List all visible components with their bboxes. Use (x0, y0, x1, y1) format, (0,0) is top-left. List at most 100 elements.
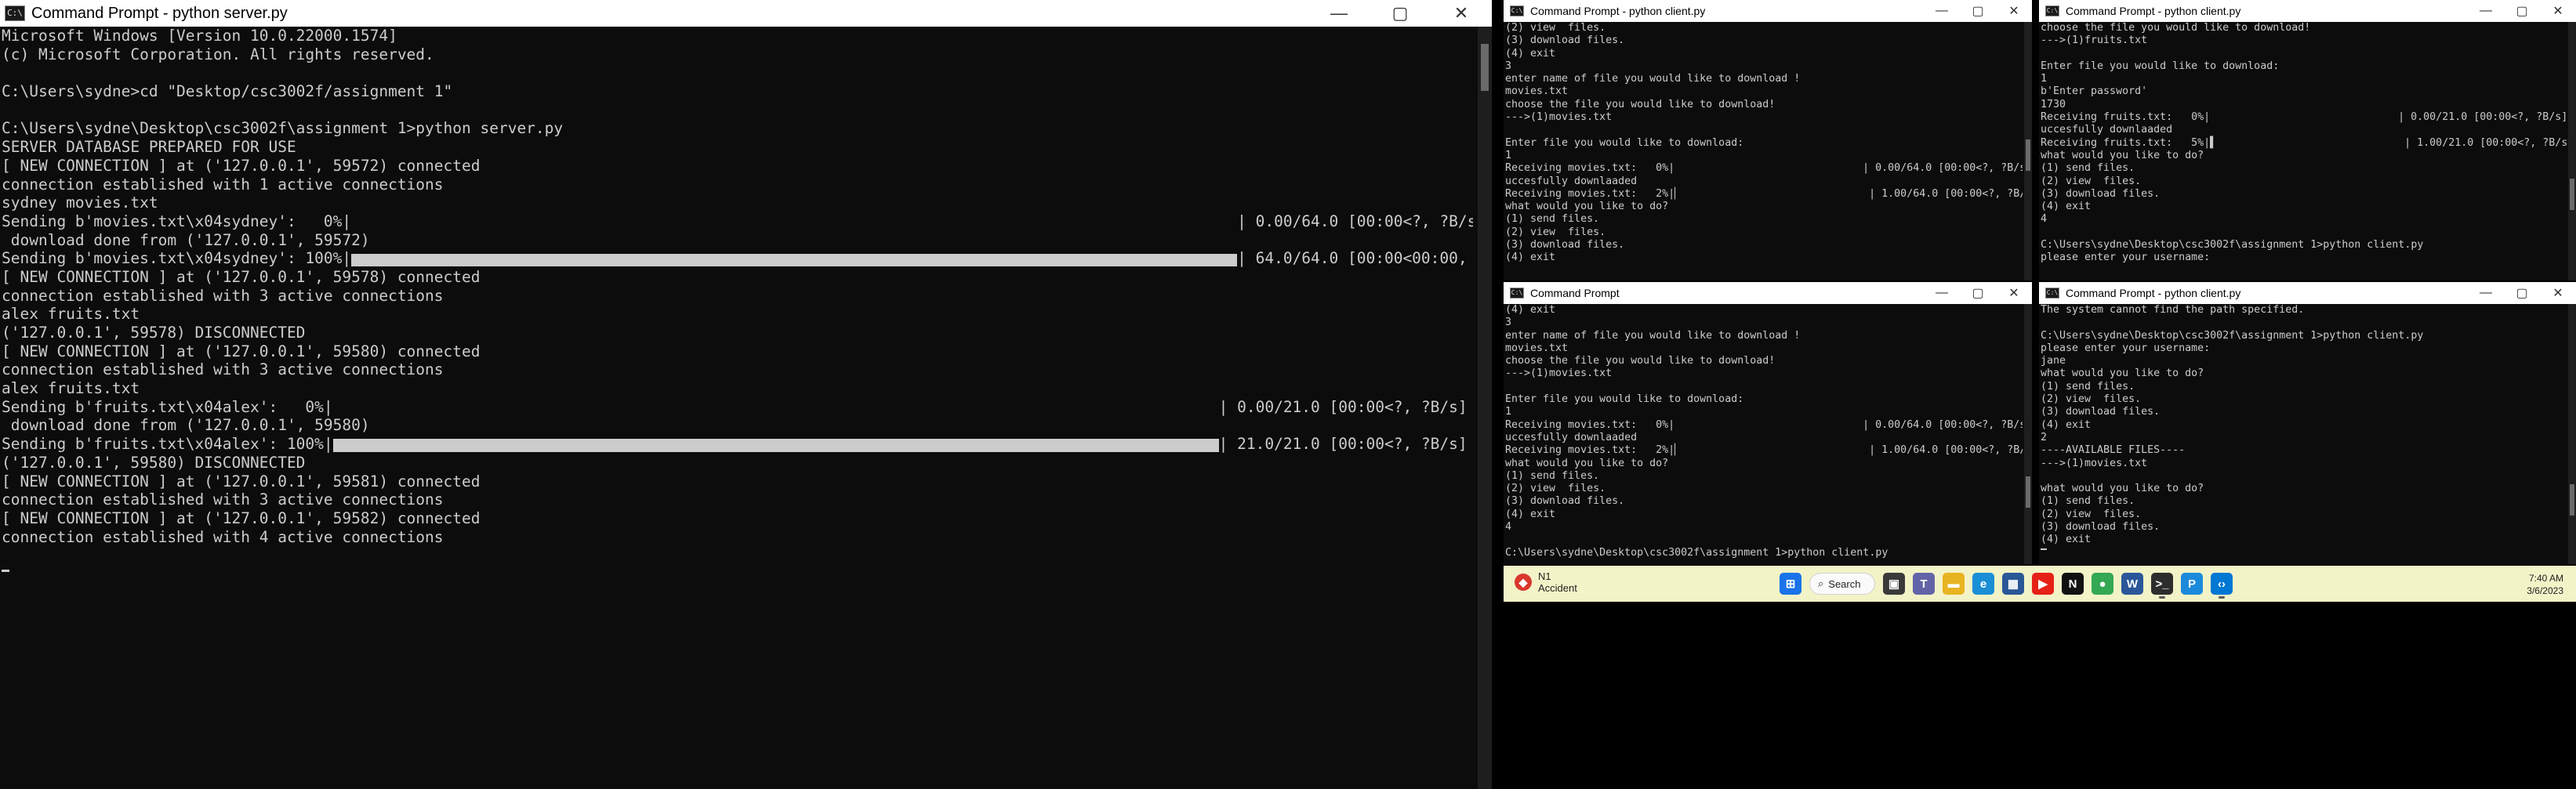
vertical-scrollbar[interactable] (1478, 27, 1492, 789)
client-window-bottom-right[interactable]: C:\ Command Prompt - python client.py — … (2039, 282, 2576, 564)
terminal-line: [ NEW CONNECTION ] at ('127.0.0.1', 5958… (2, 342, 481, 360)
close-button[interactable]: ✕ (1996, 285, 2032, 301)
terminal-line: SERVER DATABASE PREPARED FOR USE (2, 138, 296, 157)
client-window-top-left[interactable]: C:\ Command Prompt - python client.py — … (1504, 0, 2032, 280)
vertical-scrollbar[interactable] (2024, 22, 2032, 280)
terminal-line: sydney movies.txt (2, 194, 158, 212)
terminal-line: 4 (1505, 521, 1512, 534)
progress-label: Receiving movies.txt: 2%|▏ (1505, 444, 1682, 457)
progress-bar (1681, 189, 1869, 201)
progress-stats: | 0.00/21.0 [00:00<?, ?B/s] (1218, 397, 1468, 416)
weather-title: N1 (1538, 570, 1551, 582)
terminal-line: (4) exit (1505, 252, 1556, 264)
progress-bar (1681, 446, 1869, 458)
progress-stats: | 1.00/21.0 [00:00<?, ?B/s] (2404, 136, 2567, 149)
teams-icon[interactable]: T (1913, 573, 1935, 595)
text-cursor (2041, 548, 2047, 550)
client-window-bottom-left[interactable]: C:\ Command Prompt — ▢ ✕ (4) exit 3 enter … (1504, 282, 2032, 564)
progress-line: Receiving movies.txt: 2%|▏ | 1.00/64.0 [0… (1505, 188, 2023, 201)
progress-label: Sending b'fruits.txt\x04alex': 0%| (2, 397, 333, 416)
scrollbar-thumb[interactable] (2570, 179, 2574, 210)
youtube-icon[interactable]: ▶ (2032, 573, 2054, 595)
client-window-top-right[interactable]: C:\ Command Prompt - python client.py — … (2039, 0, 2576, 280)
title-bar[interactable]: C:\ Command Prompt - python client.py — … (2039, 0, 2576, 22)
terminal-line: (1) send files. (2041, 380, 2135, 393)
terminal-output[interactable]: Microsoft Windows [Version 10.0.22000.15… (0, 27, 1473, 546)
close-button[interactable]: ✕ (1996, 3, 2032, 19)
file-explorer-icon[interactable]: ▬ (1943, 573, 1965, 595)
word-icon[interactable]: W (2121, 573, 2143, 595)
chrome-icon[interactable]: ● (2092, 573, 2113, 595)
terminal-line: choose the file you would like to downlo… (1505, 355, 1776, 367)
terminal-output[interactable]: The system cannot find the path specifie… (2039, 304, 2567, 547)
netflix-icon[interactable]: N (2062, 573, 2084, 595)
progress-label: Sending b'fruits.txt\x04alex': 100%| (2, 435, 333, 454)
terminal-line: C:\Users\sydne\Desktop\csc3002f\assignme… (2, 119, 564, 138)
edge-icon[interactable]: e (1972, 573, 1994, 595)
vertical-scrollbar[interactable] (2024, 304, 2032, 564)
terminal-output[interactable]: (4) exit 3 enter name of file you would li… (1504, 304, 2023, 559)
terminal-line: (3) download files. (1505, 34, 1625, 47)
progress-stats: | 21.0/21.0 [00:00<?, ?B/s] (1218, 435, 1468, 454)
terminal-line: please enter your username: (2041, 342, 2211, 354)
close-button[interactable]: ✕ (2540, 285, 2576, 301)
close-button[interactable]: ✕ (1431, 3, 1492, 24)
minimize-button[interactable]: — (2468, 286, 2504, 300)
taskbar-search-button[interactable]: ⌕ Search (1809, 573, 1875, 595)
terminal-line: Enter file you would like to download: (1505, 136, 1744, 149)
progress-bar (351, 214, 1237, 233)
system-clock[interactable]: 7:40 AM 3/6/2023 (2527, 572, 2563, 597)
progress-bar (1674, 164, 1863, 176)
taskbar: ◆ N1 Accident ⊞ ⌕ Search ▣ T ▬ e ▦ ▶ N ● W >_ P ‹› 7:4… (1504, 566, 2576, 602)
scrollbar-thumb[interactable] (1480, 44, 1489, 91)
terminal-line: 3 (1505, 60, 1512, 72)
terminal-output[interactable]: (2) view files. (3) download files. (4) ex… (1504, 22, 2023, 265)
store-icon[interactable]: ▦ (2002, 573, 2024, 595)
title-bar[interactable]: C:\ Command Prompt - python client.py — … (2039, 282, 2576, 304)
maximize-button[interactable]: ▢ (1370, 3, 1431, 24)
progress-line: Sending b'movies.txt\x04sydney': 100%| | … (2, 249, 1473, 268)
pycharm-icon[interactable]: P (2181, 573, 2203, 595)
title-bar[interactable]: C:\ Command Prompt — ▢ ✕ (1504, 282, 2032, 304)
maximize-button[interactable]: ▢ (2504, 285, 2540, 301)
start-icon[interactable]: ⊞ (1780, 573, 1801, 595)
terminal-line: (4) exit (1505, 304, 1556, 316)
terminal-line: C:\Users\sydne>cd "Desktop/csc3002f/assi… (2, 82, 453, 101)
terminal-line: what would you like to do? (1505, 201, 1669, 213)
terminal-icon[interactable]: >_ (2151, 573, 2173, 599)
server-command-prompt-window[interactable]: C:\ Command Prompt - python server.py — … (0, 0, 1492, 789)
terminal-line: (4) exit (2041, 201, 2092, 213)
weather-widget[interactable]: ◆ N1 Accident (1515, 570, 1577, 594)
scrollbar-thumb[interactable] (2026, 139, 2030, 171)
terminal-line: alex fruits.txt (2, 379, 140, 398)
vertical-scrollbar[interactable] (2568, 304, 2576, 564)
terminal-output[interactable]: choose the file you would like to downlo… (2039, 22, 2567, 265)
terminal-line: [ NEW CONNECTION ] at ('127.0.0.1', 5958… (2, 472, 481, 490)
task-view-icon[interactable]: ▣ (1883, 573, 1905, 595)
progress-label: Receiving fruits.txt: 0%| (2041, 111, 2211, 124)
maximize-button[interactable]: ▢ (1960, 3, 1996, 19)
minimize-button[interactable]: — (1924, 4, 1960, 18)
progress-bar (2216, 138, 2404, 150)
progress-label: Receiving movies.txt: 2%|▏ (1505, 187, 1682, 200)
vertical-scrollbar[interactable] (2568, 22, 2576, 280)
scrollbar-thumb[interactable] (2026, 476, 2030, 508)
maximize-button[interactable]: ▢ (2504, 3, 2540, 19)
close-button[interactable]: ✕ (2540, 3, 2576, 19)
title-bar[interactable]: C:\ Command Prompt - python client.py — … (1504, 0, 2032, 22)
minimize-button[interactable]: — (2468, 4, 2504, 18)
scrollbar-thumb[interactable] (2570, 484, 2574, 516)
minimize-button[interactable]: — (1308, 3, 1370, 24)
progress-bar (1674, 420, 1863, 433)
progress-line: Sending b'fruits.txt\x04alex': 0%| | 0.00… (2, 398, 1473, 417)
minimize-button[interactable]: — (1924, 286, 1960, 300)
progress-label: Receiving movies.txt: 0%| (1505, 162, 1675, 175)
terminal-line: C:\Users\sydne\Desktop\csc3002f\assignme… (1505, 546, 1888, 559)
terminal-line: choose the file you would like to downlo… (1505, 98, 1776, 110)
title-bar[interactable]: C:\ Command Prompt - python server.py — … (0, 0, 1492, 27)
maximize-button[interactable]: ▢ (1960, 285, 1996, 301)
vscode-icon[interactable]: ‹› (2211, 573, 2233, 599)
command-prompt-icon: C:\ (2045, 288, 2059, 299)
progress-bar-fill (332, 439, 1219, 452)
